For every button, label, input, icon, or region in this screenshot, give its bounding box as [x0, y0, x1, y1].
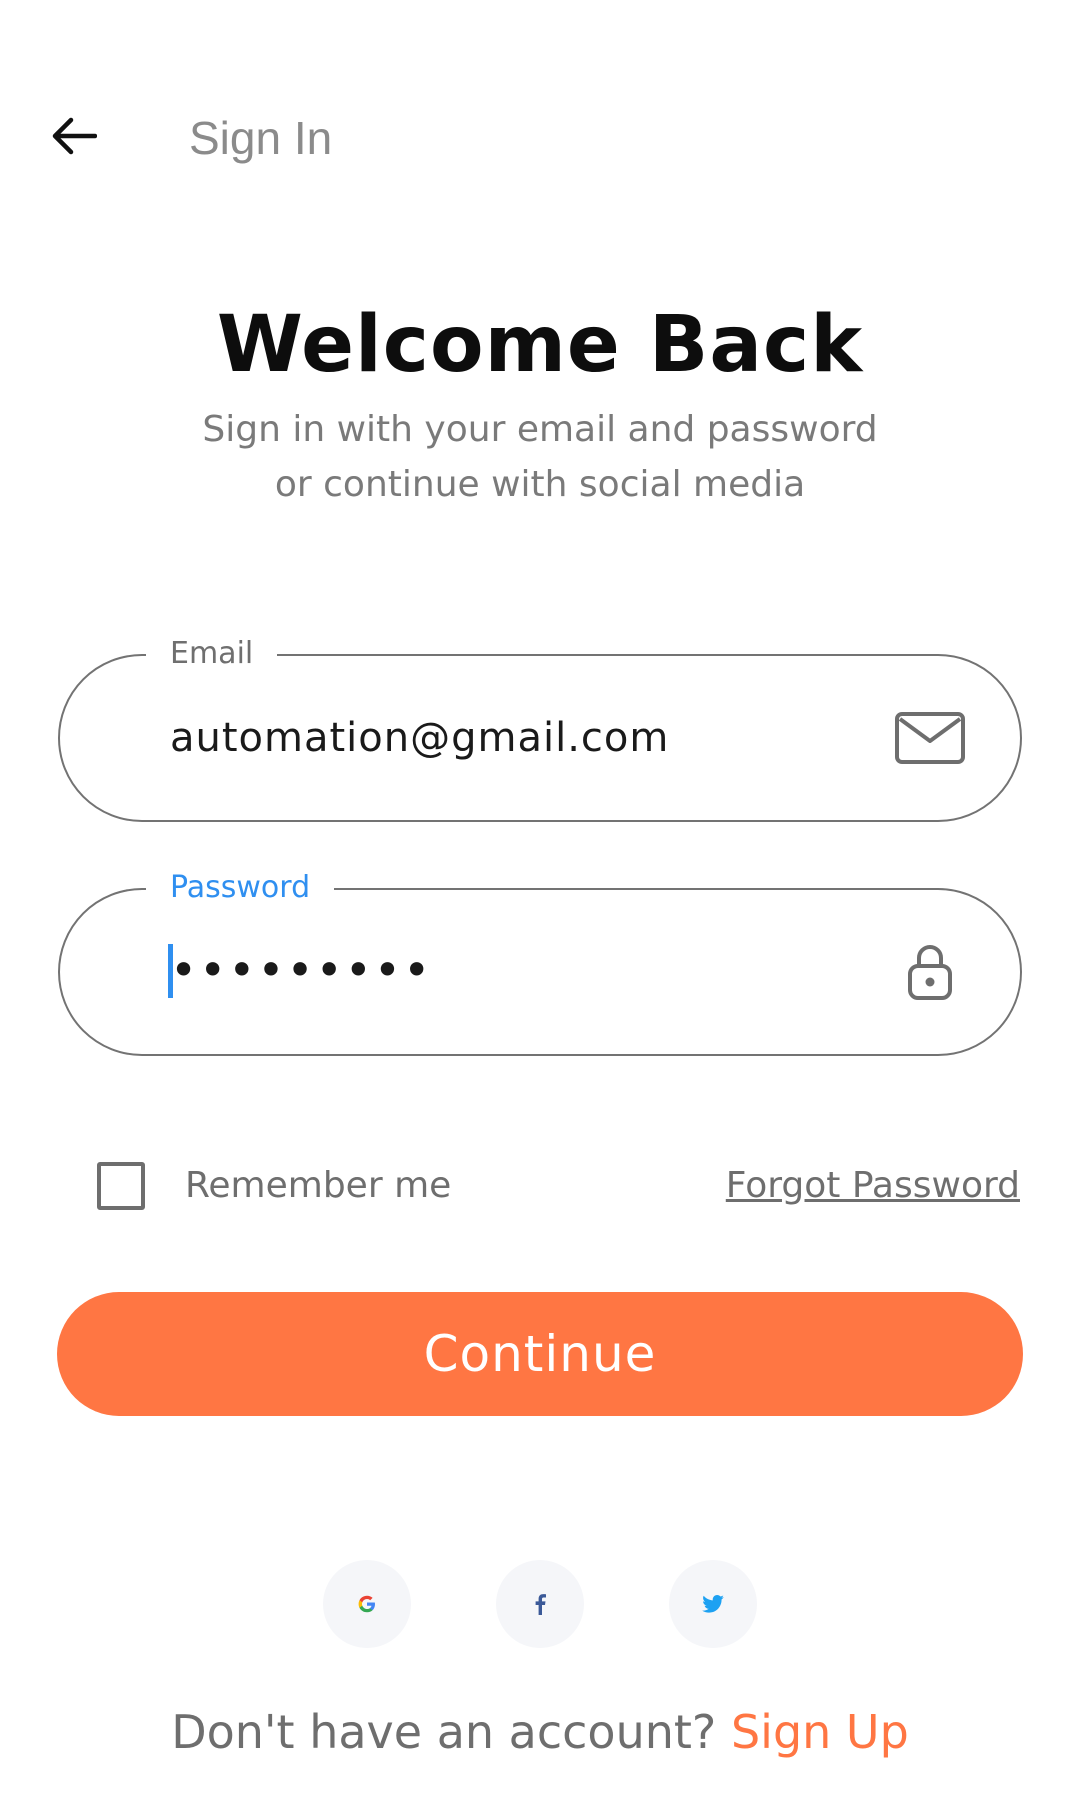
- back-button[interactable]: [38, 100, 110, 172]
- twitter-icon: [702, 1595, 724, 1613]
- continue-button[interactable]: Continue: [57, 1292, 1023, 1416]
- mail-icon: [894, 708, 966, 768]
- password-field[interactable]: Password •••••••••: [58, 868, 1022, 1056]
- email-label: Email: [146, 634, 278, 674]
- password-label: Password: [146, 868, 335, 908]
- remember-checkbox[interactable]: [97, 1162, 145, 1210]
- email-input[interactable]: automation@gmail.com: [170, 710, 669, 766]
- google-button[interactable]: [323, 1560, 411, 1648]
- remember-row: Remember me Forgot Password: [0, 1150, 1080, 1220]
- signup-link[interactable]: Sign Up: [731, 1705, 909, 1759]
- subtitle-line-1: Sign in with your email and password: [202, 409, 878, 450]
- social-login-row: [0, 1560, 1080, 1650]
- facebook-icon: [535, 1594, 546, 1615]
- email-field[interactable]: Email automation@gmail.com: [58, 634, 1022, 822]
- remember-label: Remember me: [185, 1165, 452, 1206]
- facebook-button[interactable]: [496, 1560, 584, 1648]
- signup-row: Don't have an account? Sign Up: [0, 1700, 1080, 1764]
- page-title: Sign In: [189, 112, 333, 164]
- subtitle-line-2: or continue with social media: [274, 464, 806, 505]
- welcome-heading: Welcome Back: [216, 300, 864, 390]
- google-icon: [358, 1595, 375, 1613]
- app-bar: Sign In: [0, 0, 1080, 276]
- arrow-left-icon: [52, 117, 97, 155]
- lock-icon: [894, 942, 966, 1002]
- welcome-subtitle: Sign in with your email and password or …: [0, 402, 1080, 512]
- password-input[interactable]: •••••••••: [170, 942, 432, 998]
- signup-prompt: Don't have an account?: [171, 1705, 731, 1759]
- twitter-button[interactable]: [669, 1560, 757, 1648]
- forgot-password-link[interactable]: Forgot Password: [726, 1164, 1020, 1208]
